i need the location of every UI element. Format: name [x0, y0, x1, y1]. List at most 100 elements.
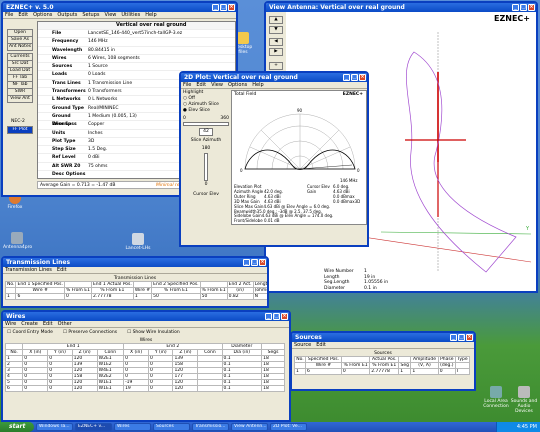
table-row[interactable]: 1 6 0 2.77778 1 50 50 0.82 N [4, 293, 267, 300]
maximize-icon[interactable]: □ [351, 74, 358, 81]
table-cell[interactable]: 1 [132, 293, 153, 300]
param-row[interactable]: Wires 6 Wires, 108 segments [38, 53, 235, 62]
menu-outputs[interactable]: Outputs [57, 12, 77, 18]
table-cell[interactable] [197, 385, 223, 392]
menu-wire[interactable]: Wire [5, 321, 16, 327]
table-cell[interactable]: 50 [151, 293, 201, 300]
task-2d-plot[interactable]: 2D Plot: Ve... [270, 423, 307, 431]
coord-entry-checkbox[interactable]: ☐ Coord Entry Mode [7, 330, 53, 335]
table-cell[interactable]: 1 [4, 293, 17, 300]
table-cell[interactable]: N [252, 293, 267, 300]
antenna-icon[interactable]: Antenna4pro [3, 232, 32, 250]
table-cell[interactable]: 6 [305, 368, 342, 375]
close-icon[interactable]: × [259, 259, 266, 266]
table-cell[interactable]: 0.1 [221, 385, 263, 392]
table-cell[interactable]: 0 [63, 293, 92, 300]
angle-value[interactable]: 42 [199, 128, 213, 136]
plot-titlebar[interactable]: 2D Plot: Vertical over real ground _ □ × [181, 73, 367, 82]
table-cell[interactable]: 120 [71, 385, 98, 392]
table-cell[interactable]: W1E1 [96, 385, 125, 392]
task-windows[interactable]: Windows Ta... [36, 423, 73, 431]
minimize-icon[interactable]: _ [450, 334, 457, 341]
angle-slider[interactable] [183, 122, 229, 126]
menu-edit[interactable]: Edit [43, 321, 53, 327]
sources-titlebar[interactable]: Sources _ □ × [292, 333, 474, 342]
minimize-icon[interactable]: _ [212, 4, 219, 11]
close-icon[interactable]: × [466, 334, 473, 341]
table-cell[interactable]: 0 [340, 368, 371, 375]
param-row[interactable]: File LancetSE_146-440_vert57inch-tallGP-3… [38, 29, 235, 37]
maximize-icon[interactable]: □ [458, 334, 465, 341]
close-icon[interactable]: × [228, 4, 235, 11]
task-sources[interactable]: Sources [153, 423, 190, 431]
maximize-icon[interactable]: □ [520, 4, 527, 11]
local-area-icon[interactable]: Local Area Connection [482, 386, 510, 409]
start-button[interactable]: start [0, 422, 34, 432]
sounds-icon[interactable]: Sounds and Audio Devices [510, 386, 538, 414]
menu-utilities[interactable]: Utilities [121, 12, 140, 18]
menu-help[interactable]: Help [145, 12, 156, 18]
menu-other[interactable]: Other [58, 321, 72, 327]
ant-notes-button[interactable]: Ant Notes [7, 43, 33, 51]
menu-view[interactable]: View [105, 12, 117, 18]
table-cell[interactable]: 6 [15, 293, 65, 300]
menu-help[interactable]: Help [252, 82, 263, 88]
maximize-icon[interactable]: □ [220, 4, 227, 11]
preserve-connections-checkbox[interactable]: ☐ Preserve Connections [63, 330, 117, 335]
param-row[interactable]: Wavelength 80.84415 in [38, 45, 235, 54]
show-insulation-checkbox[interactable]: ☐ Show Wire Insulation [127, 330, 180, 335]
table-cell[interactable]: 18 [261, 385, 285, 392]
menu-options[interactable]: Options [33, 12, 52, 18]
minimize-icon[interactable]: _ [512, 4, 519, 11]
table-cell[interactable]: 19 [123, 385, 150, 392]
table-cell[interactable]: 0 [437, 368, 456, 375]
task-view-antenna[interactable]: View Antenn... [231, 423, 268, 431]
menu-edit[interactable]: Edit [57, 267, 67, 273]
menu-edit[interactable]: Edit [18, 12, 28, 18]
menu-edit[interactable]: Edit [196, 82, 206, 88]
view-titlebar[interactable]: View Antenna: Vertical over real ground _… [266, 3, 536, 12]
table-cell[interactable]: 6 [4, 385, 24, 392]
radio-elev-slice[interactable]: ● Elev Slice [183, 108, 229, 114]
close-icon[interactable]: × [528, 4, 535, 11]
task-eznec[interactable]: EZNEC+ v... [75, 423, 112, 431]
table-row[interactable]: 6 0 0 120 W1E1 19 0 120 0.1 18 [4, 385, 285, 392]
param-row[interactable]: Frequency 146 MHz [38, 37, 235, 45]
menu-source[interactable]: Source [294, 342, 311, 348]
table-cell[interactable]: 1 [294, 368, 306, 375]
eznec-titlebar[interactable]: EZNEC+ v. 5.0 _ □ × [3, 3, 236, 12]
menu-setups[interactable]: Setups [82, 12, 99, 18]
table-row[interactable]: 1 6 0 2.77778 1 1 0 I [294, 368, 471, 375]
menu-file[interactable]: File [5, 12, 13, 18]
table-cell[interactable]: 0 [47, 385, 73, 392]
view-ant-button[interactable]: View Ant [7, 95, 33, 103]
close-icon[interactable]: × [359, 74, 366, 81]
menu-transmission-lines[interactable]: Transmission Lines [5, 267, 52, 273]
param-row[interactable]: Sources 1 Source [38, 62, 235, 70]
menu-options[interactable]: Options [228, 82, 247, 88]
table-cell[interactable]: 0.82 [226, 293, 254, 300]
table-cell[interactable]: I [454, 368, 471, 375]
minimize-icon[interactable]: _ [265, 313, 272, 320]
table-cell[interactable]: 1 [410, 368, 439, 375]
table-cell[interactable]: 2.77778 [90, 293, 134, 300]
table-cell[interactable]: 120 [172, 385, 199, 392]
tl-titlebar[interactable]: Transmission Lines _ □ × [3, 258, 267, 267]
task-transmission[interactable]: Transmissio... [192, 423, 229, 431]
wires-titlebar[interactable]: Wires _ □ × [3, 312, 289, 321]
ff-plot-button[interactable]: FF Plot [7, 126, 33, 134]
lancet-icon[interactable]: Lancet-LHs [124, 233, 152, 251]
minimize-icon[interactable]: _ [243, 259, 250, 266]
minimize-icon[interactable]: _ [343, 74, 350, 81]
table-cell[interactable]: 50 [199, 293, 228, 300]
maximize-icon[interactable]: □ [251, 259, 258, 266]
table-cell[interactable]: 0 [22, 385, 49, 392]
slice-slider[interactable] [204, 153, 208, 181]
menu-create[interactable]: Create [21, 321, 38, 327]
task-wires[interactable]: Wires [114, 423, 151, 431]
table-cell[interactable]: 2.77778 [369, 368, 400, 375]
menu-file[interactable]: File [183, 82, 191, 88]
menu-edit[interactable]: Edit [316, 342, 326, 348]
menu-view[interactable]: View [211, 82, 223, 88]
maximize-icon[interactable]: □ [273, 313, 280, 320]
